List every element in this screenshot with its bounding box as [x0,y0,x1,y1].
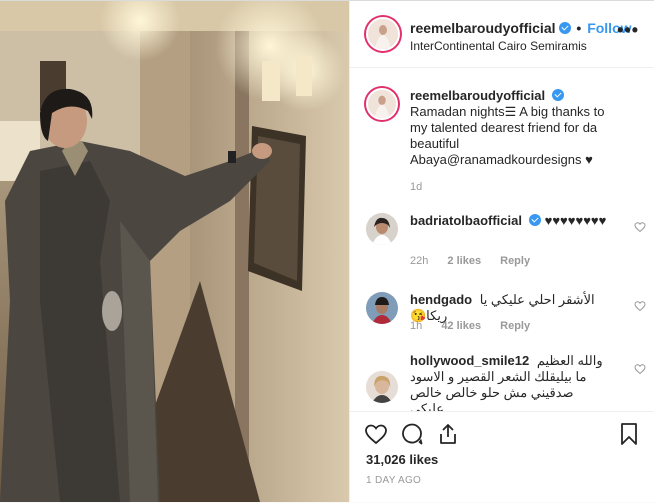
reply-button[interactable]: Reply [500,320,530,332]
likes-count[interactable]: 31,026 likes [366,452,438,467]
author-avatar[interactable] [366,17,400,51]
post-timestamp[interactable]: 1 DAY AGO [366,475,421,486]
comment-body: badriatolbaofficial ♥♥♥♥♥♥♥♥ [410,213,610,229]
comment-username[interactable]: badriatolbaofficial [410,213,522,228]
commenter-avatar[interactable] [366,371,398,403]
caption-avatar[interactable] [366,88,398,120]
comment-time[interactable]: 22h [410,255,428,267]
caption-avatar-image [368,90,396,118]
caption-meta: 1d [410,181,438,193]
comment-text: ♥♥♥♥♥♥♥♥ [544,213,607,228]
verified-badge-icon [528,214,541,226]
comment-body: hollywood_smile12 والله العظيم ما بيليقل… [410,353,610,411]
heart-icon[interactable] [364,422,388,446]
post-photo-image [0,1,349,502]
caption-time[interactable]: 1d [410,181,422,193]
author-avatar-image [368,19,398,49]
reply-button[interactable]: Reply [500,255,530,267]
comment-likes[interactable]: 2 likes [447,255,481,267]
comments-list: reemelbaroudyofficial Ramadan nights☰ A … [350,68,654,411]
comment-meta: 22h 2 likes Reply [410,255,546,267]
comment-like-heart-icon[interactable] [634,300,646,312]
caption-text: Ramadan nights☰ A big thanks to my talen… [410,104,605,167]
commenter-avatar-image [366,292,398,324]
post-photo[interactable] [0,1,349,502]
verified-badge-icon [552,89,565,101]
comment-username[interactable]: hendgado [410,292,472,307]
post-actions: 31,026 likes 1 DAY AGO [350,411,654,503]
caption-username[interactable]: reemelbaroudyofficial [410,88,545,103]
author-line: reemelbaroudyofficial • Follow [410,20,632,36]
commenter-avatar[interactable] [366,213,398,245]
more-options-icon[interactable]: ••• [617,21,639,39]
comment-icon[interactable] [400,422,424,446]
post-side-panel: reemelbaroudyofficial • Follow InterCont… [349,1,654,502]
instagram-post: reemelbaroudyofficial • Follow InterCont… [0,0,654,502]
comment-likes[interactable]: 42 likes [441,320,481,332]
verified-badge-icon [558,22,571,34]
location-link[interactable]: InterContinental Cairo Semiramis [410,39,587,53]
author-username[interactable]: reemelbaroudyofficial [410,20,556,36]
separator-dot: • [576,20,582,36]
post-header: reemelbaroudyofficial • Follow InterCont… [350,1,654,68]
commenter-avatar-image [366,371,398,403]
commenter-avatar-image [366,213,398,245]
bookmark-icon[interactable] [617,422,641,446]
share-icon[interactable] [436,422,460,446]
caption-body: reemelbaroudyofficial Ramadan nights☰ A … [410,88,610,168]
comment-time[interactable]: 1h [410,320,422,332]
comment-like-heart-icon[interactable] [634,221,646,233]
comment-meta: 1h 42 likes Reply [410,320,546,332]
commenter-avatar[interactable] [366,292,398,324]
comment-username[interactable]: hollywood_smile12 [410,353,529,368]
comment-like-heart-icon[interactable] [634,363,646,375]
